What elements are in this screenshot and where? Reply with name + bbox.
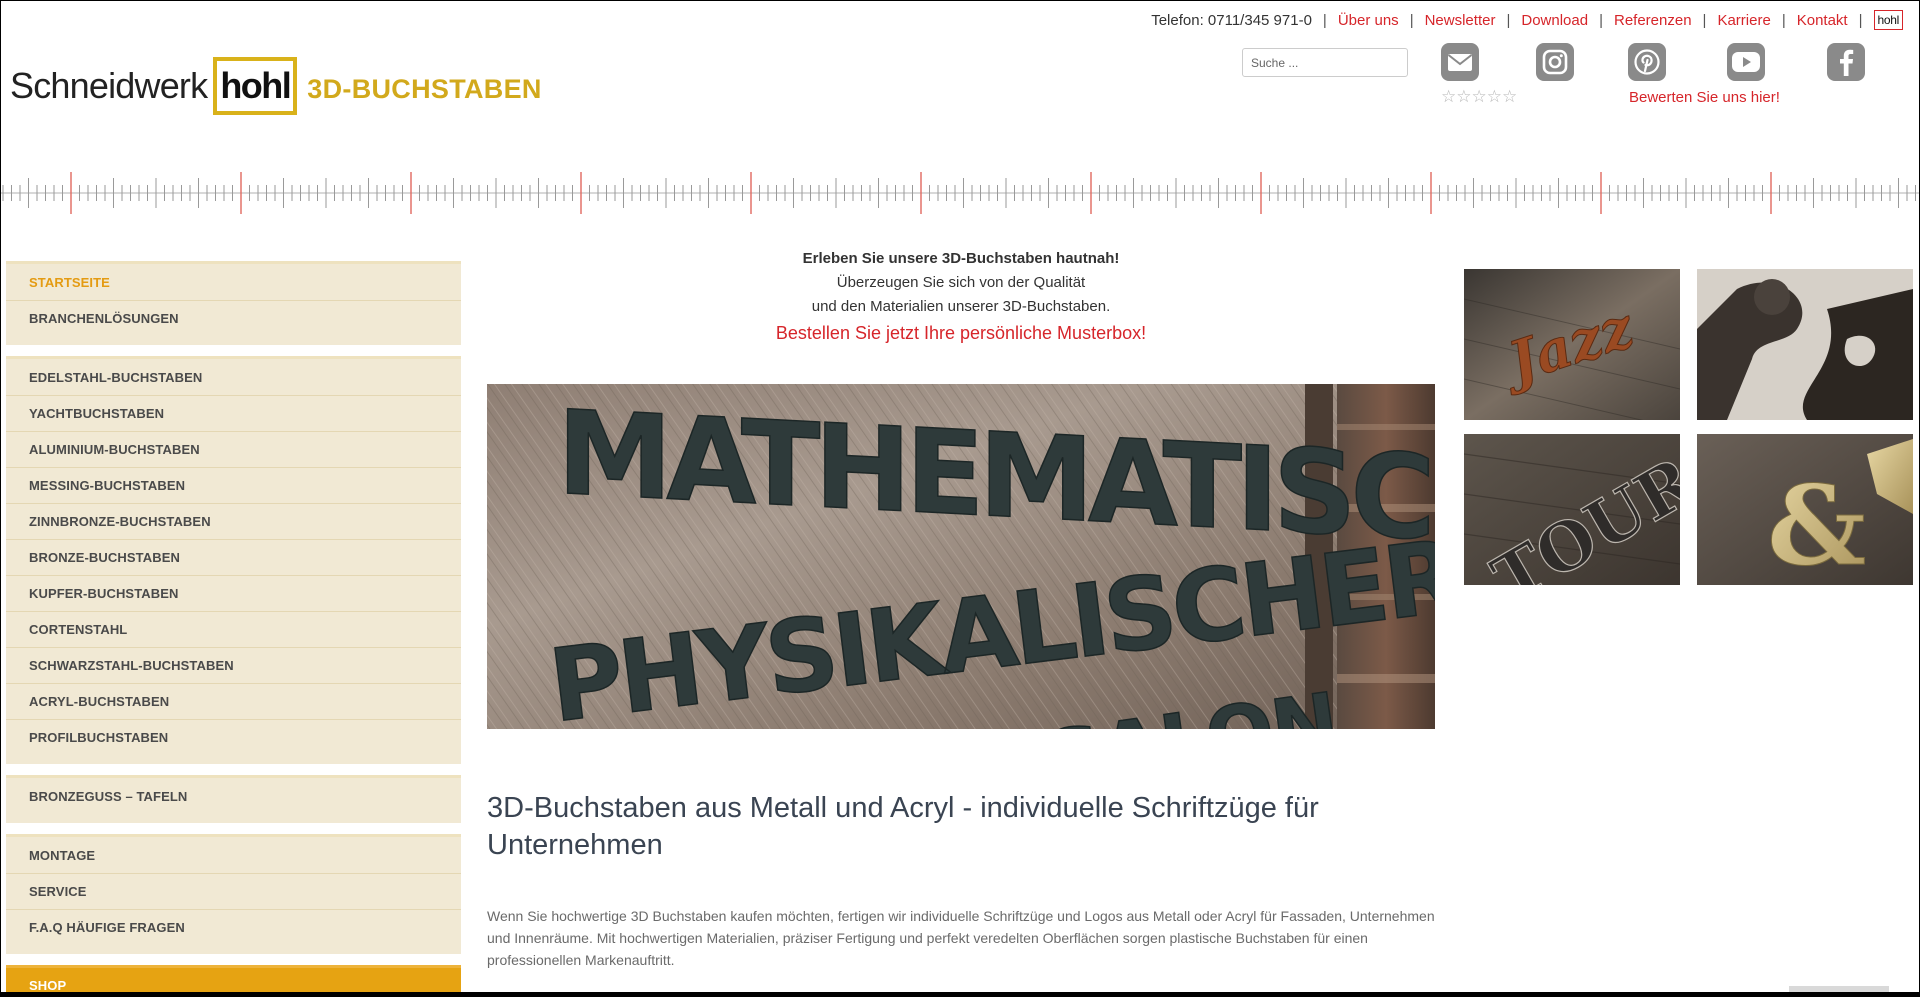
hero-image: MATHEMATISCH- PHYSIKALISCHER SALON [487,384,1435,729]
nav-separator: | [1506,11,1511,29]
teaser-text-line: und den Materialien unserer 3D-Buchstabe… [811,298,1111,315]
sidebar-item-edelstahl-buchstaben[interactable]: EDELSTAHL-BUCHSTABEN [6,360,461,396]
sidebar-item-branchenlösungen[interactable]: BRANCHENLÖSUNGEN [6,301,461,337]
sidebar-item-profilbuchstaben[interactable]: PROFILBUCHSTABEN [6,720,461,756]
nav-link-kontakt[interactable]: Kontakt [1797,12,1848,29]
sidebar-group: MONTAGE SERVICE F.A.Q HÄUFIGE FRAGEN [6,834,461,954]
footer-strip [1789,986,1889,992]
nav-separator: | [1599,11,1603,29]
nav-separator: | [1322,11,1327,29]
phone-number: Telefon: 0711/345 971-0 [1151,11,1312,29]
rate-us-link[interactable]: Bewerten Sie uns hier! [1629,89,1780,106]
facebook-icon[interactable] [1827,43,1865,81]
ruler-decoration [1,172,1919,214]
sidebar-item-acryl-buchstaben[interactable]: ACRYL-BUCHSTABEN [6,684,461,720]
sidebar-item-shop[interactable]: SHOP [6,968,461,992]
sidebar-group: BRONZEGUSS – TAFELN [6,775,461,823]
sidebar-item-cortenstahl[interactable]: CORTENSTAHL [6,612,461,648]
site-logo[interactable]: Schneidwerk hohl 3D-BUCHSTABEN [10,56,542,116]
musterbox-order-link[interactable]: Bestellen Sie jetzt Ihre persönliche Mus… [487,321,1435,345]
nav-link-referenzen[interactable]: Referenzen [1614,12,1692,29]
page: Telefon: 0711/345 971-0 | Über uns | New… [1,1,1919,992]
sidebar-item-montage[interactable]: MONTAGE [6,838,461,874]
search-input[interactable] [1242,48,1408,77]
nav-separator: | [1702,11,1707,29]
sidebar-item-kupfer-buchstaben[interactable]: KUPFER-BUCHSTABEN [6,576,461,612]
nav-link-download[interactable]: Download [1521,12,1588,29]
nav-link-newsletter[interactable]: Newsletter [1425,12,1496,29]
page-heading: 3D-Buchstaben aus Metall und Acryl - ind… [487,792,1319,861]
nav-separator: | [1858,11,1863,29]
teaser-text-line: Überzeugen Sie sich von der Qualität [836,274,1086,291]
logo-tagline: 3D-BUCHSTABEN [307,73,542,104]
top-navigation: Telefon: 0711/345 971-0 | Über uns | New… [1151,10,1903,30]
sidebar-item-yachtbuchstaben[interactable]: YACHTBUCHSTABEN [6,396,461,432]
instagram-icon[interactable] [1536,43,1574,81]
sidebar-group: EDELSTAHL-BUCHSTABEN YACHTBUCHSTABEN ALUMI… [6,356,461,764]
sidebar-item-zinnbronze-buchstaben[interactable]: ZINNBRONZE-BUCHSTABEN [6,504,461,540]
intro-paragraph: Wenn Sie hochwertige 3D Buchstaben kaufe… [487,908,1435,968]
mail-icon[interactable] [1441,43,1479,81]
teaser-headline: Erleben Sie unsere 3D-Buchstaben hautnah… [802,250,1120,267]
logo-wordmark: Schneidwerk [10,65,208,106]
sidebar-item-messing-buchstaben[interactable]: MESSING-BUCHSTABEN [6,468,461,504]
sidebar-group: STARTSEITE BRANCHENLÖSUNGEN [6,261,461,345]
musterbox-teaser: Erleben Sie unsere 3D-Buchstaben hautnah… [487,247,1435,345]
pinterest-icon[interactable] [1628,43,1666,81]
youtube-icon[interactable] [1727,43,1765,81]
thumbnail-dark-steel-letters[interactable] [1697,269,1913,420]
nav-separator: | [1781,11,1786,29]
thumbnail-text: & [1767,461,1866,585]
thumbnail-jazz-letters[interactable]: Jazz [1464,269,1680,420]
nav-separator: | [1409,11,1414,29]
sidebar-menu: STARTSEITE BRANCHENLÖSUNGEN EDELSTAHL-BUCH… [6,261,461,992]
sidebar-item-bronzeguss-tafeln[interactable]: BRONZEGUSS – TAFELN [6,779,461,815]
thumbnail-ampersand-letters[interactable]: & [1697,434,1913,585]
hohl-home-link[interactable]: hohl [1873,10,1903,30]
sidebar-item-aluminium-buchstaben[interactable]: ALUMINIUM-BUCHSTABEN [6,432,461,468]
sidebar-item-f-a-q-häufige-fragen[interactable]: F.A.Q HÄUFIGE FRAGEN [6,910,461,946]
rating-stars[interactable]: ☆☆☆☆☆ [1441,87,1517,107]
sidebar-item-service[interactable]: SERVICE [6,874,461,910]
logo-hohl-box: hohl [213,57,298,115]
sidebar-group: SHOP [6,965,461,992]
thumbnail-tour-letters[interactable]: TOUR [1464,434,1680,585]
sidebar-item-startseite[interactable]: STARTSEITE [6,265,461,301]
sidebar-item-bronze-buchstaben[interactable]: BRONZE-BUCHSTABEN [6,540,461,576]
sidebar-item-schwarzstahl-buchstaben[interactable]: SCHWARZSTAHL-BUCHSTABEN [6,648,461,684]
nav-link-karriere[interactable]: Karriere [1717,12,1770,29]
nav-link-ueber-uns[interactable]: Über uns [1338,12,1399,29]
